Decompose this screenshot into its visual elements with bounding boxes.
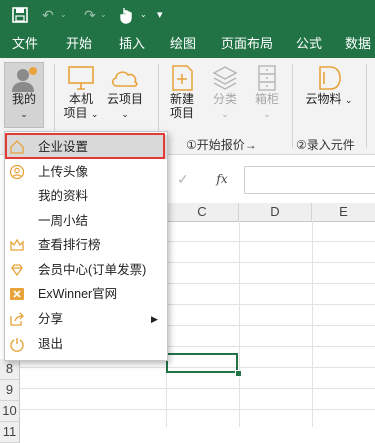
my-account-label: 我的: [11, 92, 36, 106]
menu-file[interactable]: 文件: [12, 30, 38, 58]
gridline: [312, 221, 313, 427]
share-icon: [10, 312, 24, 326]
new-document-icon: [172, 65, 193, 91]
active-cell[interactable]: [166, 353, 238, 373]
local-project-label-1: 本机: [68, 92, 93, 106]
new-project-label-2: 项目: [169, 106, 194, 120]
chevron-down-icon: ⌄: [121, 109, 129, 119]
menu-data[interactable]: 数据: [345, 30, 371, 58]
menu-item-upload-avatar[interactable]: 上传头像: [5, 160, 167, 184]
chevron-down-icon: ⌄: [221, 109, 229, 119]
menu-formulas[interactable]: 公式: [296, 30, 322, 58]
new-project-label-1: 新建: [169, 92, 194, 106]
group-label-start-quote: ①开始报价→: [186, 138, 257, 152]
chevron-down-icon: ⌄: [90, 109, 99, 119]
menu-item-my-profile[interactable]: 我的资料: [5, 184, 167, 208]
chevron-down-icon: ⌄: [263, 109, 271, 119]
title-bar: ↶ ⌄ ↷ ⌄ ⌄ ▾: [0, 0, 375, 30]
touch-mode-icon[interactable]: [119, 0, 133, 30]
chevron-down-icon: ⌄: [20, 109, 28, 119]
menu-item-label: ExWinner官网: [38, 287, 118, 301]
menu-item-label: 退出: [38, 337, 64, 351]
row-header-11[interactable]: 11: [0, 422, 20, 443]
chevron-down-icon[interactable]: ⌄: [140, 0, 147, 30]
menu-page-layout[interactable]: 页面布局: [221, 30, 273, 58]
local-project-label-2: 项目: [63, 106, 88, 120]
highlight-box: [5, 133, 165, 159]
cloud-icon: [111, 71, 138, 87]
menu-item-label: 会员中心(订单发票): [38, 263, 147, 277]
exwinner-logo-icon: [10, 288, 24, 300]
diamond-icon: [11, 264, 23, 277]
menu-item-leaderboard[interactable]: 查看排行榜: [5, 233, 167, 257]
menu-draw[interactable]: 绘图: [170, 30, 196, 58]
row-header-9[interactable]: 9: [0, 380, 20, 401]
menu-home[interactable]: 开始: [66, 30, 92, 58]
redo-icon[interactable]: ↷: [84, 0, 96, 30]
menu-insert[interactable]: 插入: [119, 30, 145, 58]
insert-function-button[interactable]: fx: [210, 169, 234, 189]
menu-item-label: 一周小结: [38, 214, 89, 228]
gridline: [239, 221, 240, 427]
menu-item-member-center[interactable]: 会员中心(订单发票): [5, 258, 167, 282]
menu-item-weekly-summary[interactable]: 一周小结: [5, 209, 167, 233]
menu-item-exwinner-website[interactable]: ExWinner官网: [5, 282, 167, 306]
save-icon[interactable]: [12, 0, 28, 30]
column-header-d[interactable]: D: [239, 203, 312, 222]
menu-item-label: 查看排行榜: [38, 238, 101, 252]
cabinet-button[interactable]: 箱柜 ⌄: [248, 64, 286, 134]
menu-item-share[interactable]: 分享 ▶: [5, 307, 167, 331]
menu-item-label: 分享: [38, 312, 64, 326]
my-account-button[interactable]: 我的 ⌄: [4, 62, 44, 128]
user-circle-icon: [9, 164, 25, 180]
enter-check-icon[interactable]: ✓: [172, 169, 194, 189]
cloud-material-label: 云物料: [305, 92, 342, 106]
fill-handle[interactable]: [235, 370, 242, 377]
new-project-button[interactable]: 新建 项目: [162, 64, 202, 134]
ribbon-separator: [366, 64, 367, 148]
my-account-dropdown: 企业设置 上传头像 我的资料 一周小结 查看排行榜 会员中心(订单发票) ExW…: [4, 131, 168, 361]
menu-item-logout[interactable]: 退出: [5, 332, 167, 356]
formula-input[interactable]: [244, 166, 375, 194]
cloud-material-button[interactable]: 云物料 ⌄: [300, 64, 358, 134]
chevron-down-icon: ⌄: [344, 95, 353, 105]
cabinet-icon: [258, 65, 276, 91]
chevron-down-icon[interactable]: ⌄: [60, 0, 67, 30]
layers-icon: [212, 66, 238, 90]
ribbon-separator: [292, 64, 293, 148]
column-header-e[interactable]: E: [312, 203, 375, 222]
column-header-c[interactable]: C: [166, 203, 239, 222]
menu-bar: 文件 开始 插入 绘图 页面布局 公式 数据: [0, 30, 375, 58]
cloud-material-icon: [319, 66, 341, 90]
undo-icon[interactable]: ↶: [42, 0, 54, 30]
group-label-enter-components: ②录入元件: [296, 138, 355, 152]
gridline: [19, 409, 375, 410]
menu-item-label: 我的资料: [38, 189, 89, 203]
category-button[interactable]: 分类 ⌄: [206, 64, 244, 134]
cloud-project-label: 云项目: [106, 92, 143, 106]
power-icon: [10, 338, 24, 352]
local-project-button[interactable]: 本机 项目 ⌄: [58, 64, 104, 134]
chevron-down-icon[interactable]: ⌄: [100, 0, 107, 30]
menu-item-label: 上传头像: [38, 165, 89, 179]
cloud-project-button[interactable]: 云项目 ⌄: [104, 64, 146, 134]
monitor-icon: [68, 66, 94, 90]
cabinet-label: 箱柜: [254, 92, 279, 106]
submenu-arrow-icon: ▶: [151, 314, 158, 324]
avatar-icon: [12, 67, 37, 92]
row-header-10[interactable]: 10: [0, 401, 20, 422]
gridline: [19, 388, 375, 389]
customize-toolbar-icon[interactable]: ▾: [157, 0, 163, 30]
row-header-8[interactable]: 8: [0, 359, 20, 380]
category-label: 分类: [212, 92, 237, 106]
crown-icon: [10, 238, 24, 251]
